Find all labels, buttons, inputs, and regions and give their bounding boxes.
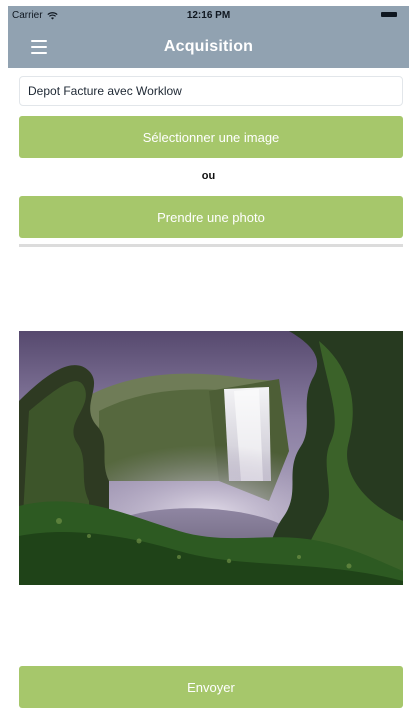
status-bar: Carrier 12:16 PM xyxy=(8,6,409,26)
select-image-button[interactable]: Sélectionner une image xyxy=(19,116,403,158)
status-time: 12:16 PM xyxy=(186,10,231,21)
separator-label: ou xyxy=(201,170,216,182)
hamburger-menu-icon[interactable] xyxy=(31,40,47,54)
image-preview xyxy=(19,331,403,585)
waterfall-landscape-image xyxy=(19,331,403,585)
document-title-input[interactable] xyxy=(19,76,403,106)
menu-line xyxy=(31,52,47,54)
menu-line xyxy=(31,46,47,48)
divider xyxy=(19,244,403,247)
send-button[interactable]: Envoyer xyxy=(19,666,403,708)
page-title: Acquisition xyxy=(163,38,254,55)
main-content: Sélectionner une image ou Prendre une ph… xyxy=(8,68,409,708)
take-photo-button[interactable]: Prendre une photo xyxy=(19,196,403,238)
menu-line xyxy=(31,40,47,42)
battery-icon xyxy=(381,12,397,17)
app-header: Carrier 12:16 PM Acquisition xyxy=(8,6,409,68)
navigation-bar: Acquisition xyxy=(8,26,409,68)
